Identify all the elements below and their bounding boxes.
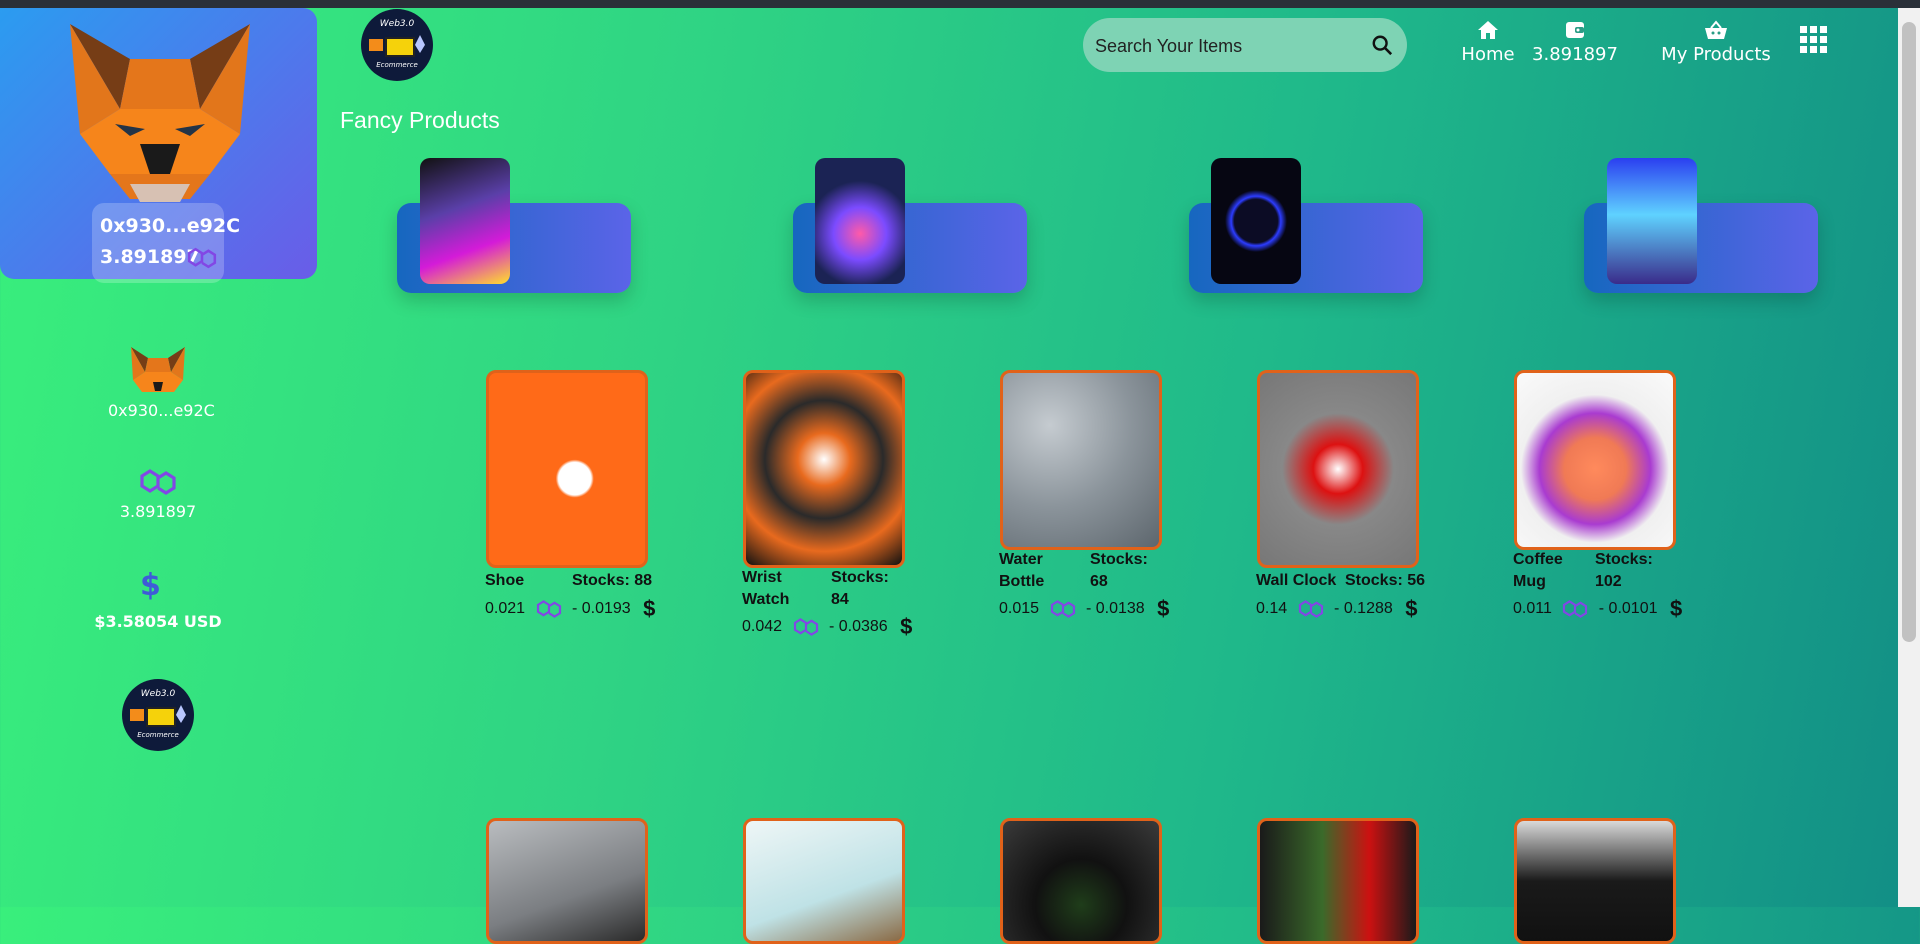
product-price-usd: 0.0101 <box>1608 600 1658 618</box>
product-price-pol: 0.015 <box>999 600 1040 618</box>
product-image-coffee-mug[interactable] <box>1514 370 1676 550</box>
nav-home-label: Home <box>1461 44 1515 65</box>
polygon-icon <box>536 600 561 618</box>
polygon-icon <box>1050 600 1075 618</box>
dollar-icon: $ <box>1405 596 1418 621</box>
product-image-watch[interactable] <box>743 370 905 568</box>
metamask-fox-icon <box>131 347 185 392</box>
product-price-pol: 0.011 <box>1513 600 1552 618</box>
product-price: 0.14 - 0.1288 $ <box>1256 596 1417 622</box>
metamask-fox-icon <box>70 24 250 202</box>
price-separator: - <box>1085 600 1092 618</box>
product-price: 0.042 - 0.0386 $ <box>742 614 912 640</box>
nav-balance[interactable]: 3.891897 <box>1530 20 1620 65</box>
product-stocks: Stocks: 84 <box>831 569 889 608</box>
product-price: 0.011 - 0.0101 $ <box>1513 596 1682 622</box>
product-image-shoe[interactable] <box>486 370 648 568</box>
logo-ethereum-icon <box>415 35 425 53</box>
logo-title: Web3.0 <box>140 689 176 699</box>
nav-my-products[interactable]: My Products <box>1646 20 1786 65</box>
wallet-address: 0x930...e92C <box>100 215 241 237</box>
product-stocks: Stocks: 102 <box>1595 551 1653 590</box>
wallet-chip: 0x930...e92C 3.891897 <box>92 203 240 283</box>
logo-fox-icon <box>130 709 144 721</box>
logo-subtitle: Ecommerce <box>376 61 418 69</box>
sidebar-balance: 3.891897 <box>119 502 197 521</box>
product-price-pol: 0.14 <box>1256 600 1288 618</box>
scrollbar-thumb[interactable] <box>1902 22 1916 642</box>
product-price-pol: 0.021 <box>485 600 526 618</box>
price-separator: - <box>1334 600 1340 618</box>
polygon-icon <box>187 247 217 269</box>
price-separator: - <box>828 618 835 636</box>
wallet-icon <box>1566 22 1584 38</box>
logo-cart-icon <box>146 707 176 727</box>
product-price-usd: 0.0386 <box>838 618 888 636</box>
product-stocks: Stocks: 56 <box>1345 572 1426 589</box>
polygon-icon <box>1298 600 1323 618</box>
product-name: Wall Clock <box>1256 572 1337 589</box>
sidebar-usd-value: $3.58054 USD <box>94 612 222 631</box>
scrollbar[interactable] <box>1898 8 1920 907</box>
brand-logo[interactable]: Web3.0 Ecommerce <box>361 9 433 81</box>
fancy-image-sneaker[interactable] <box>815 158 905 284</box>
polygon-icon <box>140 469 176 495</box>
nav-balance-label: 3.891897 <box>1532 44 1618 65</box>
home-icon <box>1478 21 1498 39</box>
dollar-icon: $ <box>140 568 161 603</box>
apps-grid-icon[interactable] <box>1800 26 1828 54</box>
product-image-jacket[interactable] <box>1514 818 1676 944</box>
product-price-usd: 0.0138 <box>1095 600 1145 618</box>
fancy-image-road[interactable] <box>1607 158 1697 284</box>
dollar-icon: $ <box>900 614 913 639</box>
product-price: 0.015 - 0.0138 $ <box>999 596 1169 622</box>
product-image-mug[interactable] <box>743 818 905 944</box>
fancy-image-bike[interactable] <box>420 158 510 284</box>
polygon-icon <box>793 618 818 636</box>
browser-top-strip <box>0 0 1920 8</box>
search-input[interactable] <box>1093 18 1357 74</box>
search-icon[interactable] <box>1371 34 1393 56</box>
fancy-products-heading: Fancy Products <box>340 107 500 133</box>
brand-logo[interactable]: Web3.0 Ecommerce <box>122 679 194 751</box>
product-image-figures[interactable] <box>1257 818 1419 944</box>
product-name: Shoe <box>485 572 525 589</box>
logo-title: Web3.0 <box>379 19 415 29</box>
search-bar <box>1083 18 1407 74</box>
logo-fox-icon <box>369 39 383 51</box>
product-stocks: Stocks: 88 <box>572 572 653 589</box>
nav-my-products-label: My Products <box>1661 44 1771 65</box>
basket-icon <box>1705 20 1727 39</box>
product-price-pol: 0.042 <box>742 618 783 636</box>
price-separator: - <box>571 600 578 618</box>
logo-ethereum-icon <box>176 705 186 723</box>
product-price: 0.021 - 0.0193 $ <box>485 596 655 622</box>
price-separator: - <box>1598 600 1605 618</box>
nav-home[interactable]: Home <box>1448 20 1528 65</box>
profile-card: 0x930...e92C 3.891897 <box>0 8 317 283</box>
product-image-wall-clock[interactable] <box>1257 370 1419 568</box>
fancy-image-clock[interactable] <box>1211 158 1301 284</box>
wallet-balance: 3.891897 <box>100 246 200 268</box>
product-price-usd: 0.1288 <box>1343 600 1393 618</box>
sidebar-wallet-address: 0x930...e92C <box>108 401 215 420</box>
product-image-bicycle[interactable] <box>486 818 648 944</box>
product-image-alarm-clock[interactable] <box>1000 818 1162 944</box>
dollar-icon: $ <box>1157 596 1170 621</box>
product-name: Wrist Watch <box>742 569 790 608</box>
dollar-icon: $ <box>643 596 656 621</box>
product-name: Coffee Mug <box>1513 551 1563 590</box>
product-price-usd: 0.0193 <box>581 600 631 618</box>
logo-subtitle: Ecommerce <box>137 731 179 739</box>
polygon-icon <box>1563 600 1588 618</box>
product-name: Water Bottle <box>999 551 1045 590</box>
logo-cart-icon <box>385 37 415 57</box>
product-image-water-bottle[interactable] <box>1000 370 1162 550</box>
dollar-icon: $ <box>1669 596 1683 621</box>
product-stocks: Stocks: 68 <box>1090 551 1148 590</box>
